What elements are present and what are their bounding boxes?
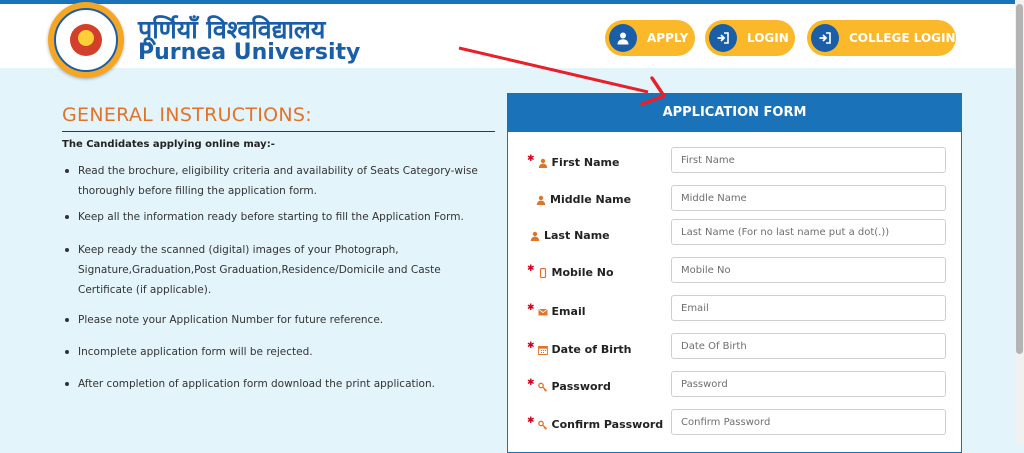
- instruction-item: Read the brochure, eligibility criteria …: [65, 161, 498, 201]
- instructions-title: GENERAL INSTRUCTIONS:: [62, 104, 312, 126]
- instructions-divider: [62, 131, 495, 132]
- confirm-password-input[interactable]: [671, 409, 946, 435]
- scrollbar-thumb[interactable]: [1016, 4, 1023, 354]
- first-name-input[interactable]: [671, 147, 946, 173]
- date-of-birth-label: ✱ Date of Birth: [527, 340, 632, 357]
- first-name-label: ✱ First Name: [527, 153, 620, 170]
- user-icon: [538, 158, 548, 168]
- required-asterisk: ✱: [527, 377, 535, 388]
- instruction-item: After completion of application form dow…: [65, 374, 498, 394]
- key-icon: [537, 382, 548, 392]
- university-logo: [48, 2, 124, 78]
- sign-in-icon: [709, 24, 737, 52]
- user-icon: [530, 231, 540, 241]
- instruction-item: Please note your Application Number for …: [65, 310, 498, 330]
- password-label: ✱ Password: [527, 377, 611, 394]
- university-name-english: Purnea University: [138, 40, 361, 65]
- login-button[interactable]: LOGIN: [705, 20, 795, 56]
- apply-button-label: APPLY: [647, 31, 689, 45]
- mobile-no-label: ✱ Mobile No: [527, 263, 614, 280]
- required-asterisk: ✱: [527, 340, 535, 351]
- required-asterisk: ✱: [527, 153, 535, 164]
- last-name-input[interactable]: [671, 219, 946, 245]
- middle-name-input[interactable]: [671, 185, 946, 211]
- site-header: पूर्णियाँ विश्वविद्यालय Purnea Universit…: [0, 4, 1024, 68]
- apply-button[interactable]: APPLY: [605, 20, 695, 56]
- middle-name-label: Middle Name: [536, 193, 631, 206]
- date-of-birth-input[interactable]: [671, 333, 946, 359]
- required-asterisk: ✱: [527, 263, 535, 274]
- user-icon: [536, 195, 546, 205]
- sign-in-icon: [811, 24, 839, 52]
- instruction-item: Incomplete application form will be reje…: [65, 342, 498, 362]
- mobile-icon: [538, 267, 548, 278]
- instruction-item: Keep all the information ready before st…: [65, 207, 498, 227]
- envelope-icon: [538, 307, 548, 317]
- email-input[interactable]: [671, 295, 946, 321]
- application-form-title: APPLICATION FORM: [508, 94, 961, 132]
- instructions-subtitle: The Candidates applying online may:-: [62, 139, 275, 150]
- confirm-password-label: ✱ Confirm Password: [527, 415, 664, 432]
- password-input[interactable]: [671, 371, 946, 397]
- required-asterisk: ✱: [527, 415, 535, 426]
- instruction-item: Keep ready the scanned (digital) images …: [65, 240, 498, 300]
- user-icon: [609, 24, 637, 52]
- email-label: ✱ Email: [527, 302, 586, 319]
- key-icon: [537, 420, 548, 430]
- mobile-no-input[interactable]: [671, 257, 946, 283]
- college-login-button-label: COLLEGE LOGIN: [849, 31, 956, 45]
- last-name-label: Last Name: [530, 229, 610, 242]
- login-button-label: LOGIN: [747, 31, 789, 45]
- required-asterisk: ✱: [527, 302, 535, 313]
- college-login-button[interactable]: COLLEGE LOGIN: [807, 20, 956, 56]
- calendar-icon: [537, 345, 548, 355]
